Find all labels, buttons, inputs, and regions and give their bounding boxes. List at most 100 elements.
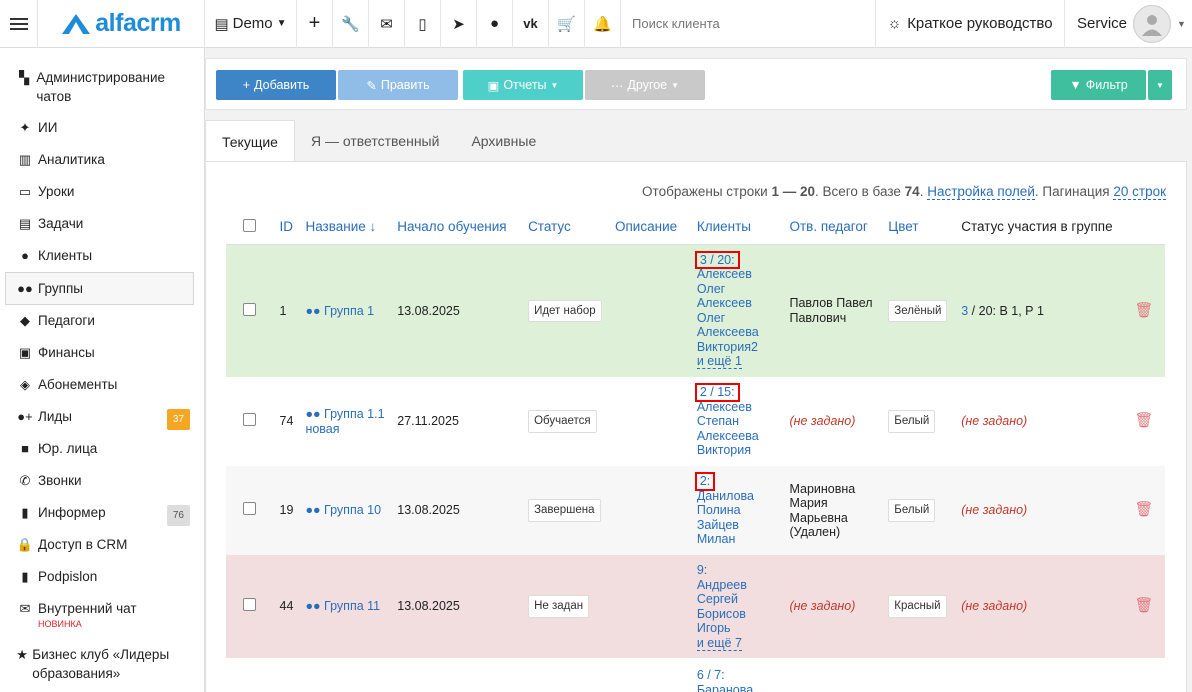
- vk-button[interactable]: vk: [513, 0, 549, 48]
- sidebar-item-analytics[interactable]: ▥ Аналитика: [0, 144, 204, 176]
- tab-responsible[interactable]: Я — ответственный: [295, 120, 455, 162]
- client-link[interactable]: Алексеев: [697, 296, 752, 310]
- client-link[interactable]: Алексеева: [697, 325, 759, 339]
- group-link[interactable]: ●● Группа 11: [305, 599, 380, 613]
- sidebar-item-teachers[interactable]: ◆ Педагоги: [0, 305, 204, 337]
- sidebar-item-internal-chat[interactable]: ✉ Внутренний чат НОВИНКА: [0, 593, 204, 639]
- mail-button[interactable]: ✉: [369, 0, 405, 48]
- sidebar-item-informer[interactable]: ▮ Информер 76: [0, 497, 204, 529]
- client-link[interactable]: Борисов: [697, 607, 746, 621]
- notifications-button[interactable]: 🔔: [585, 0, 621, 48]
- table-row[interactable]: 74 ●● Группа 1.1 новая 27.11.2025 Обучае…: [226, 377, 1165, 466]
- whatsapp-button[interactable]: ●: [477, 0, 513, 48]
- demo-dropdown[interactable]: ▤ Demo ▼: [205, 0, 297, 48]
- client-link[interactable]: Андреев: [697, 578, 747, 592]
- row-clients-cell: 2: Данилова Полина Зайцев Милан: [690, 466, 784, 555]
- trash-icon[interactable]: 🗑: [1135, 501, 1154, 518]
- col-id[interactable]: ID: [273, 210, 300, 245]
- row-checkbox[interactable]: [243, 598, 257, 612]
- search-input[interactable]: Поиск клиента: [621, 0, 866, 48]
- table-row[interactable]: 6 / 7: Баранова: [226, 658, 1165, 692]
- group-link[interactable]: ●● Группа 10: [305, 503, 381, 517]
- quick-guide-button[interactable]: ☼ Краткое руководство: [875, 0, 1065, 48]
- client-link[interactable]: Алексеев: [697, 267, 752, 281]
- row-checkbox[interactable]: [243, 502, 257, 516]
- sidebar-item-podpislon[interactable]: ▮ Podpislon: [0, 561, 204, 593]
- more-clients-link[interactable]: и ещё 7: [696, 635, 742, 651]
- mobile-button[interactable]: ▯: [405, 0, 441, 48]
- sidebar-item-calls[interactable]: ✆ Звонки: [0, 465, 204, 497]
- client-link[interactable]: Виктория: [697, 443, 751, 457]
- col-teacher[interactable]: Отв. педагог: [783, 210, 883, 245]
- menu-toggle-button[interactable]: [0, 0, 38, 48]
- sidebar-item-clients[interactable]: ● Клиенты: [0, 240, 204, 272]
- filter-dropdown-button[interactable]: ▼: [1148, 70, 1172, 100]
- sidebar-item-groups[interactable]: ●● Группы: [5, 272, 194, 305]
- col-color[interactable]: Цвет: [882, 210, 956, 245]
- client-link[interactable]: Олег: [697, 311, 725, 325]
- trash-icon[interactable]: 🗑: [1135, 597, 1154, 614]
- pagination-link[interactable]: 20 строк: [1113, 184, 1166, 200]
- row-checkbox[interactable]: [243, 302, 257, 316]
- client-link[interactable]: Сергей: [697, 592, 738, 606]
- row-checkbox[interactable]: [243, 413, 257, 427]
- other-label: Другое: [627, 78, 668, 92]
- telegram-button[interactable]: ➤: [441, 0, 477, 48]
- sidebar-item-ai[interactable]: ✦ ИИ: [0, 112, 204, 144]
- clients-count[interactable]: 2:: [694, 472, 716, 491]
- edit-button[interactable]: ✎ Править: [338, 70, 458, 100]
- sidebar-item-legal-entities[interactable]: ■ Юр. лица: [0, 433, 204, 465]
- client-link[interactable]: Алексеев: [697, 400, 752, 414]
- client-link[interactable]: Олег: [697, 282, 725, 296]
- table-row[interactable]: 1 ●● Группа 1 13.08.2025 Идет набор 3 / …: [226, 244, 1165, 377]
- field-settings-link[interactable]: Настройка полей: [927, 184, 1035, 200]
- table-row[interactable]: 44 ●● Группа 11 13.08.2025 Не задан 9: А…: [226, 555, 1165, 658]
- client-link[interactable]: Виктория2: [697, 340, 758, 354]
- client-link[interactable]: Игорь: [697, 621, 731, 635]
- client-link[interactable]: Данилова: [697, 489, 754, 503]
- client-link[interactable]: Зайцев: [697, 518, 739, 532]
- sidebar-item-finances[interactable]: ▣ Финансы: [0, 337, 204, 369]
- sidebar-item-chat-admin[interactable]: ▚ Администрирование чатов: [0, 62, 204, 112]
- logo[interactable]: alfacrm: [38, 0, 205, 48]
- select-all-checkbox[interactable]: [243, 218, 257, 232]
- client-link[interactable]: Милан: [697, 532, 736, 546]
- filter-button[interactable]: ▼ Фильтр: [1051, 70, 1146, 100]
- sidebar-item-lessons[interactable]: ▭ Уроки: [0, 176, 204, 208]
- add-button[interactable]: + Добавить: [216, 70, 336, 100]
- table-row[interactable]: 19 ●● Группа 10 13.08.2025 Завершена 2: …: [226, 466, 1165, 555]
- clients-count[interactable]: 2 / 15:: [694, 383, 740, 402]
- col-start-date[interactable]: Начало обучения: [391, 210, 523, 245]
- lock-icon: 🔒: [16, 537, 34, 552]
- tab-archived[interactable]: Архивные: [455, 120, 552, 162]
- clients-count[interactable]: 3 / 20:: [694, 250, 740, 270]
- group-link[interactable]: ●● Группа 1: [305, 304, 374, 318]
- cart-button[interactable]: 🛒: [549, 0, 585, 48]
- col-name[interactable]: Название ↓: [299, 210, 392, 245]
- sidebar-item-leads[interactable]: ●+ Лиды 37: [0, 401, 204, 433]
- clients-count[interactable]: 9:: [697, 563, 707, 578]
- other-button[interactable]: ⋯ Другое ▼: [585, 70, 705, 100]
- trash-icon[interactable]: 🗑: [1135, 302, 1154, 319]
- col-clients[interactable]: Клиенты: [690, 210, 784, 245]
- clients-count[interactable]: 6 / 7:: [697, 668, 725, 683]
- sidebar-item-tasks[interactable]: ▤ Задачи: [0, 208, 204, 240]
- col-description[interactable]: Описание: [609, 210, 691, 245]
- sidebar-item-subscriptions[interactable]: ◈ Абонементы: [0, 369, 204, 401]
- row-start-date: 13.08.2025: [391, 555, 523, 658]
- reports-button[interactable]: ▣ Отчеты ▼: [463, 70, 583, 100]
- tab-current[interactable]: Текущие: [205, 120, 295, 162]
- more-clients-link[interactable]: и ещё 1: [696, 354, 742, 370]
- group-link[interactable]: ●● Группа 1.1 новая: [305, 407, 384, 436]
- client-link[interactable]: Алексеева: [697, 429, 759, 443]
- user-menu[interactable]: Service ▼: [1065, 0, 1192, 48]
- client-link[interactable]: Степан: [697, 414, 739, 428]
- client-link[interactable]: Баранова: [697, 683, 753, 692]
- sidebar-item-business-club[interactable]: ★ Бизнес клуб «Лидеры образования»: [0, 639, 204, 689]
- add-quick-button[interactable]: +: [297, 0, 333, 48]
- trash-icon[interactable]: 🗑: [1135, 412, 1154, 429]
- settings-button[interactable]: 🔧: [333, 0, 369, 48]
- col-status[interactable]: Статус: [522, 210, 609, 245]
- sidebar-item-crm-access[interactable]: 🔒 Доступ в CRM: [0, 529, 204, 561]
- client-link[interactable]: Полина: [697, 503, 741, 517]
